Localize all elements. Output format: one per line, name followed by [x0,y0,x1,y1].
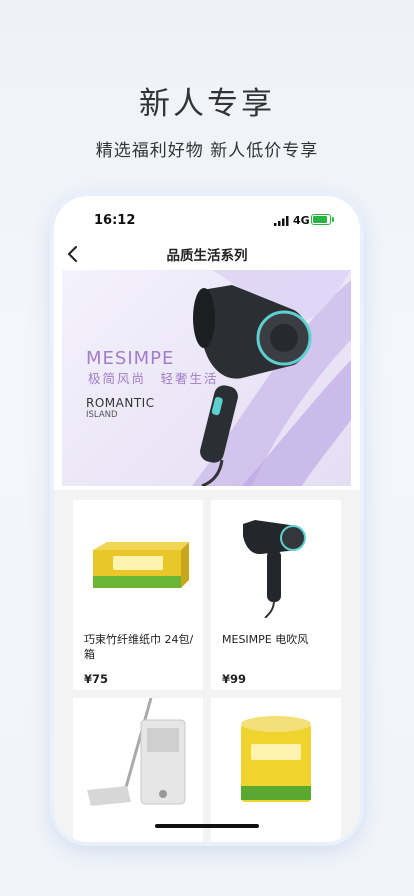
mop-bucket-image [87,698,186,806]
banner-tagline-1: ROMANTIC [86,396,155,410]
promo-subline: 精选福利好物 新人低价专享 [95,141,319,161]
nav-bar: 品质生活系列 [54,240,360,268]
network-label: 4G [293,214,310,227]
product-card[interactable]: MESIMPE 电吹风 ¥99 [211,500,341,690]
product-price: ¥75 [84,672,109,686]
banner-slogan: 极简风尚 轻奢生活 [88,371,219,386]
product-name: MESIMPE 电吹风 [222,633,309,646]
product-grid: 巧束竹纤维纸巾 24包/箱 ¥75 MESIMPE 电吹风 ¥99 [54,490,360,842]
product-name: 巧束竹纤维纸巾 24包/箱 [84,633,194,661]
home-indicator[interactable] [155,824,259,828]
status-time: 16:12 [94,213,136,228]
status-bar: 16:12 4G [54,196,360,242]
page-title: 品质生活系列 [166,248,248,264]
phone-mockup: 16:12 4G 品质生活系列 MESIMPE 极简风尚 轻奢生活 ROMANT [54,196,360,842]
banner-brand: MESIMPE [86,348,175,369]
product-card[interactable] [73,698,203,842]
hair-dryer-image [243,520,306,618]
tissue-roll-image [241,716,311,802]
signal-icon [274,216,289,226]
banner-tagline-2: ISLAND [86,410,118,420]
product-card[interactable]: 巧束竹纤维纸巾 24包/箱 ¥75 [73,500,203,690]
product-price: ¥99 [222,672,247,686]
hero-banner[interactable]: MESIMPE 极简风尚 轻奢生活 ROMANTIC ISLAND [62,270,351,486]
promo-headline: 新人专享 [139,86,275,122]
product-card[interactable] [211,698,341,842]
battery-icon [311,214,334,225]
tissue-box-image [93,542,189,588]
